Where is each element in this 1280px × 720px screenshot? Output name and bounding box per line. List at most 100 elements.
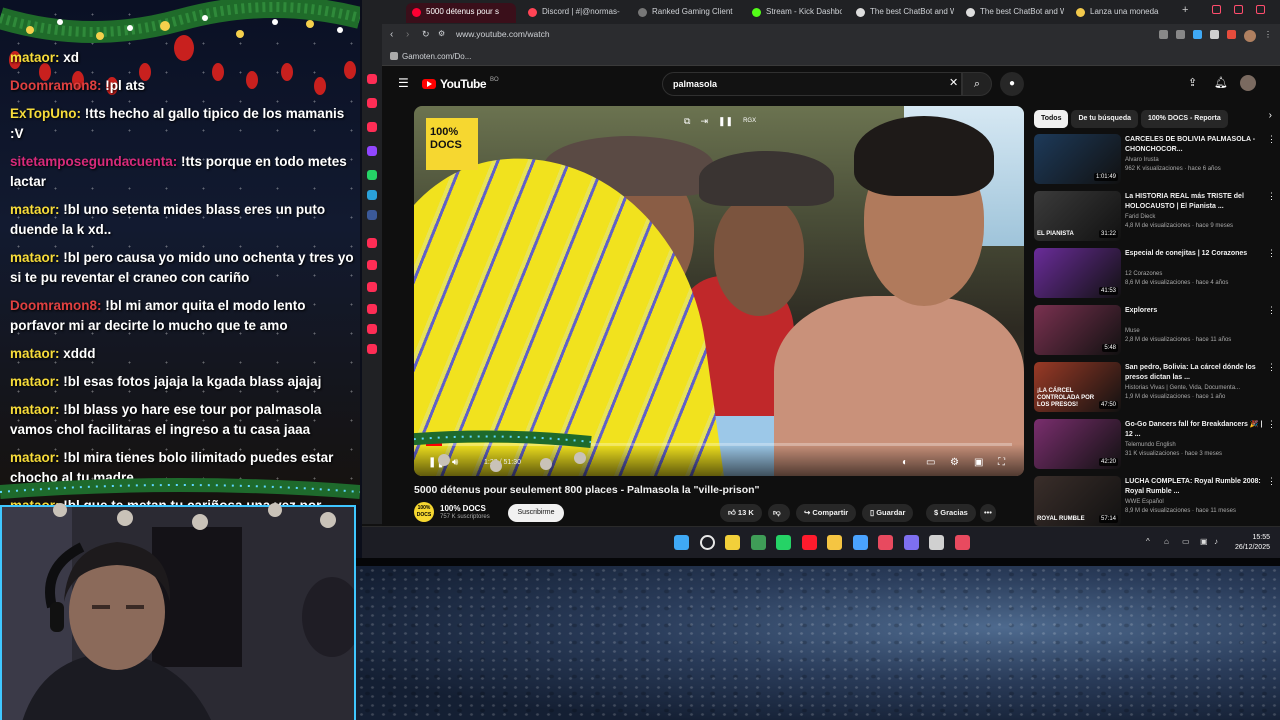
store-icon[interactable]: [852, 535, 868, 550]
more-options-icon[interactable]: ⋮: [1267, 191, 1276, 202]
chat-username[interactable]: Doomramon8:: [10, 298, 102, 313]
filter-chip[interactable]: Todos: [1034, 110, 1069, 128]
share-button[interactable]: ↪ Compartir: [796, 504, 857, 522]
sidebar-app-icon[interactable]: [367, 122, 377, 132]
display-icon[interactable]: ▣: [1200, 537, 1208, 546]
hamburger-menu-icon[interactable]: ☰: [398, 76, 409, 90]
video-title[interactable]: Especial de conejitas | 12 Corazones: [1125, 249, 1265, 259]
filter-chip[interactable]: 100% DOCS - Reporta: [1141, 110, 1228, 128]
search-input[interactable]: palmasola: [662, 72, 962, 96]
new-tab-button[interactable]: +: [1182, 4, 1188, 16]
subscribe-button[interactable]: Suscribirme: [508, 504, 564, 522]
chat-username[interactable]: ExTopUno:: [10, 106, 81, 121]
opera-icon[interactable]: [801, 535, 817, 550]
recommended-video[interactable]: 42:20 Go-Go Dancers fall for Breakdancers…: [1034, 419, 1280, 473]
telegram-icon[interactable]: [367, 190, 377, 200]
sidebar-app-icon[interactable]: [367, 282, 377, 292]
video-thumbnail[interactable]: 41:53: [1034, 248, 1121, 298]
like-button[interactable]: 👍︎ 13 K: [720, 504, 762, 522]
recommended-video[interactable]: ¡LA CÁRCEL CONTROLADA POR LOS PRESOS! 47:…: [1034, 362, 1280, 416]
tray-chevron-icon[interactable]: ^: [1146, 537, 1150, 546]
channel-name[interactable]: 100% DOCS: [440, 504, 486, 513]
chat-username[interactable]: mataor:: [10, 450, 60, 465]
menu-kebab-icon[interactable]: ⋮: [1264, 30, 1272, 42]
more-options-icon[interactable]: ⋮: [1267, 476, 1276, 487]
clear-search-icon[interactable]: ✕: [949, 76, 958, 89]
video-channel[interactable]: Telemundo English: [1125, 442, 1176, 448]
file-explorer-icon[interactable]: [827, 535, 842, 550]
video-thumbnail[interactable]: ROYAL RUMBLE 57:14: [1034, 476, 1121, 526]
whatsapp-icon[interactable]: [367, 170, 377, 180]
video-thumbnail[interactable]: 1:01:49: [1034, 134, 1121, 184]
browser-tab[interactable]: Stream - Kick Dashboard: [746, 3, 842, 23]
site-info-icon[interactable]: ⚙: [438, 29, 445, 38]
more-options-icon[interactable]: ⋮: [1267, 419, 1276, 430]
notifications-bell-icon[interactable]: 🔔︎: [1214, 76, 1228, 89]
profile-avatar[interactable]: [1244, 30, 1256, 42]
browser-tab[interactable]: Discord | #|@normas-: [522, 3, 626, 23]
theater-mode-icon[interactable]: ▣: [974, 457, 983, 468]
dislike-button[interactable]: 👎︎: [768, 504, 790, 522]
twitch-icon[interactable]: [367, 146, 377, 156]
browser-tab[interactable]: The best ChatBot and W: [960, 3, 1064, 23]
video-title[interactable]: CARCELES DE BOLIVIA PALMASOLA - CHONCHOC…: [1125, 135, 1265, 155]
maximize-icon[interactable]: [1234, 5, 1243, 14]
sidebar-app-icon[interactable]: [367, 98, 377, 108]
chat-username[interactable]: sitetamposegundacuenta:: [10, 154, 177, 169]
extension-icon[interactable]: [1193, 30, 1202, 39]
browser-tab[interactable]: Ranked Gaming Client: [632, 3, 740, 23]
recommended-video[interactable]: 1:01:49 CARCELES DE BOLIVIA PALMASOLA - C…: [1034, 134, 1280, 188]
bookmark-star-icon[interactable]: [1176, 30, 1185, 39]
video-player[interactable]: 100% DOCS ⧉ ⇥ ❚❚ RGX ❚❚ 🔊︎ 1:22 / 51:30 …: [414, 106, 1024, 476]
exit-icon[interactable]: ⇥: [700, 116, 708, 127]
back-icon[interactable]: ‹: [390, 29, 393, 40]
minimize-icon[interactable]: [1212, 5, 1221, 14]
forward-icon[interactable]: ›: [406, 29, 409, 40]
chat-username[interactable]: mataor:: [10, 50, 60, 65]
browser-tab[interactable]: 5000 détenus pour s: [406, 3, 516, 23]
chat-username[interactable]: mataor:: [10, 346, 60, 361]
url-field[interactable]: www.youtube.com/watch: [456, 29, 550, 39]
sidebar-app-icon[interactable]: [367, 238, 377, 248]
video-channel[interactable]: Muse: [1125, 328, 1140, 334]
more-options-icon[interactable]: ⋮: [1267, 248, 1276, 259]
settings-gear-icon[interactable]: ⚙: [950, 457, 959, 468]
fullscreen-icon[interactable]: ⛶: [998, 457, 1005, 468]
account-avatar[interactable]: [1240, 75, 1256, 91]
pause-small-icon[interactable]: ❚❚: [718, 116, 733, 127]
video-channel[interactable]: WWE Español: [1125, 499, 1164, 505]
video-title[interactable]: San pedro, Bolivia: La cárcel dónde los …: [1125, 363, 1265, 383]
browser-tab[interactable]: Lanza una moneda: [1070, 3, 1170, 23]
sidebar-app-icon[interactable]: [367, 260, 377, 270]
video-channel[interactable]: 12 Corazones: [1125, 271, 1162, 277]
more-options-icon[interactable]: ⋮: [1267, 134, 1276, 145]
keyboard-icon[interactable]: ▭: [1182, 537, 1190, 546]
more-options-icon[interactable]: ⋮: [1267, 305, 1276, 316]
filter-chip[interactable]: De tu búsqueda: [1071, 110, 1138, 128]
chrome-icon[interactable]: [750, 535, 766, 550]
video-thumbnail[interactable]: 42:20: [1034, 419, 1121, 469]
reload-icon[interactable]: ↻: [422, 29, 430, 40]
facebook-icon[interactable]: [367, 210, 377, 220]
video-title[interactable]: LUCHA COMPLETA: Royal Rumble 2008: Royal…: [1125, 477, 1265, 497]
chat-username[interactable]: mataor:: [10, 374, 60, 389]
channel-avatar[interactable]: 100% DOCS: [414, 502, 434, 522]
search-icon[interactable]: [699, 535, 715, 550]
sidebar-app-icon[interactable]: [367, 304, 377, 314]
notes-icon[interactable]: [725, 535, 740, 550]
video-title[interactable]: Go-Go Dancers fall for Breakdancers 🎉 | …: [1125, 420, 1265, 440]
chat-username[interactable]: mataor:: [10, 202, 60, 217]
windows-start-icon[interactable]: [674, 535, 689, 550]
sidebar-app-icon[interactable]: [367, 74, 377, 84]
video-channel[interactable]: Historias Vivas | Gente, Vida, Documenta…: [1125, 385, 1240, 391]
save-button[interactable]: ▯ Guardar: [862, 504, 914, 522]
close-window-icon[interactable]: [1256, 5, 1265, 14]
video-channel[interactable]: Alvaro Irusta: [1125, 157, 1159, 163]
video-thumbnail[interactable]: 5:48: [1034, 305, 1121, 355]
autoplay-toggle[interactable]: ◐: [902, 457, 908, 468]
whatsapp-icon[interactable]: [776, 535, 791, 550]
app2-icon[interactable]: [954, 535, 970, 550]
upload-icon[interactable]: ⇪: [1188, 76, 1197, 89]
video-title[interactable]: La HISTORIA REAL más TRISTE del HOLOCAUS…: [1125, 192, 1265, 212]
bookmark-item[interactable]: Gamoten.com/Do...: [402, 52, 471, 61]
